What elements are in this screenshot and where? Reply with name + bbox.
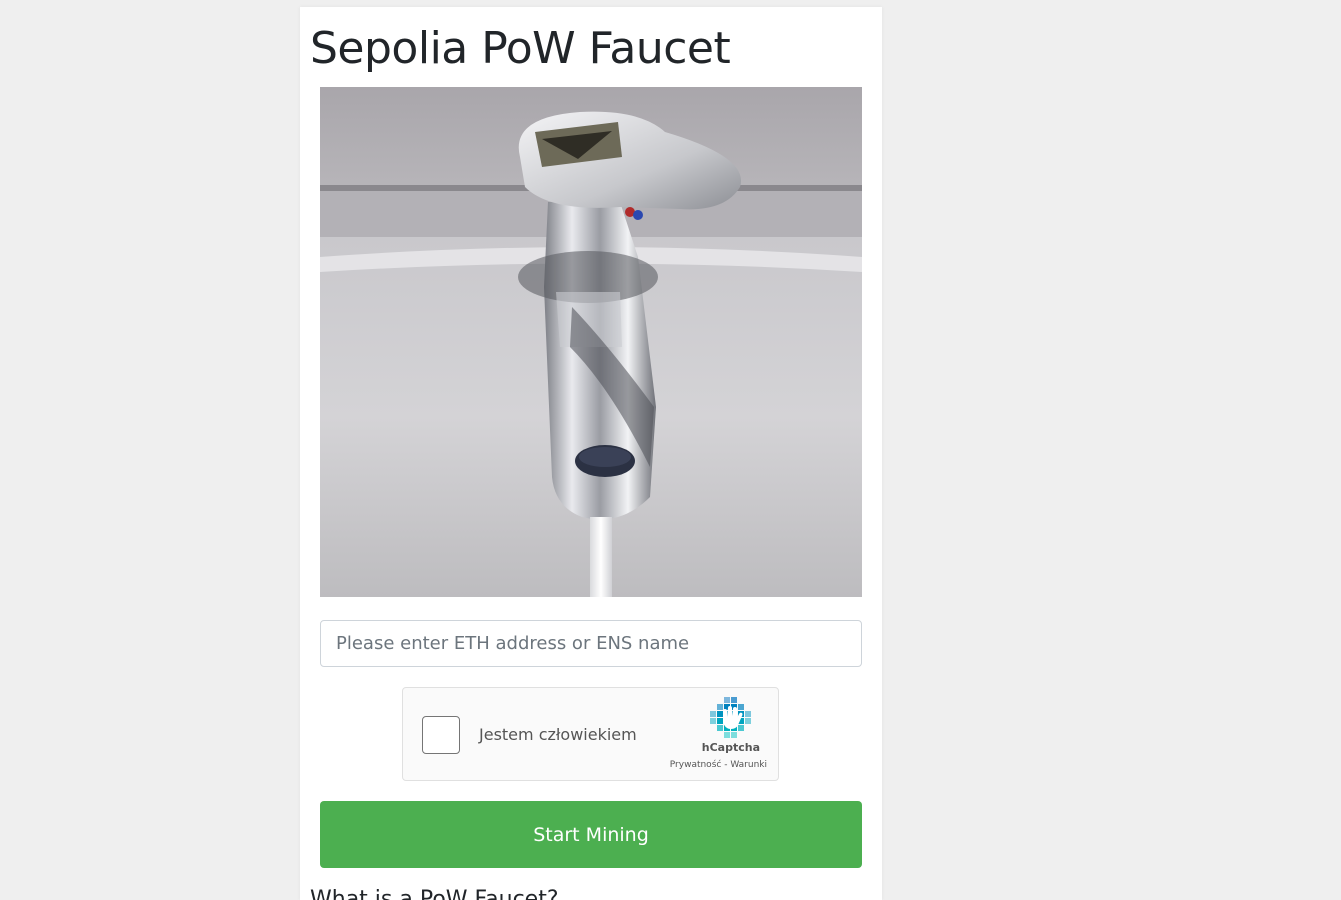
hcaptcha-logo-icon (710, 697, 752, 739)
eth-address-input[interactable] (320, 620, 862, 667)
hcaptcha-widget: Jestem człowiekiem hCaptcha Prywatność -… (402, 687, 779, 781)
faucet-card: Sepolia PoW Faucet Please enter ETH addr… (300, 7, 882, 900)
page-title: Sepolia PoW Faucet (310, 23, 731, 74)
info-heading: What is a PoW Faucet? (310, 887, 559, 900)
captcha-checkbox[interactable] (422, 716, 460, 754)
captcha-terms-link[interactable]: Warunki (730, 760, 767, 770)
captcha-links: Prywatność - Warunki (670, 760, 767, 770)
captcha-label: Jestem człowiekiem (479, 725, 637, 744)
captcha-brand: hCaptcha (701, 741, 760, 754)
faucet-hero-image (320, 87, 862, 597)
start-mining-button[interactable]: Start Mining (320, 801, 862, 868)
captcha-link-separator: - (721, 760, 731, 770)
captcha-privacy-link[interactable]: Prywatność (670, 760, 722, 770)
